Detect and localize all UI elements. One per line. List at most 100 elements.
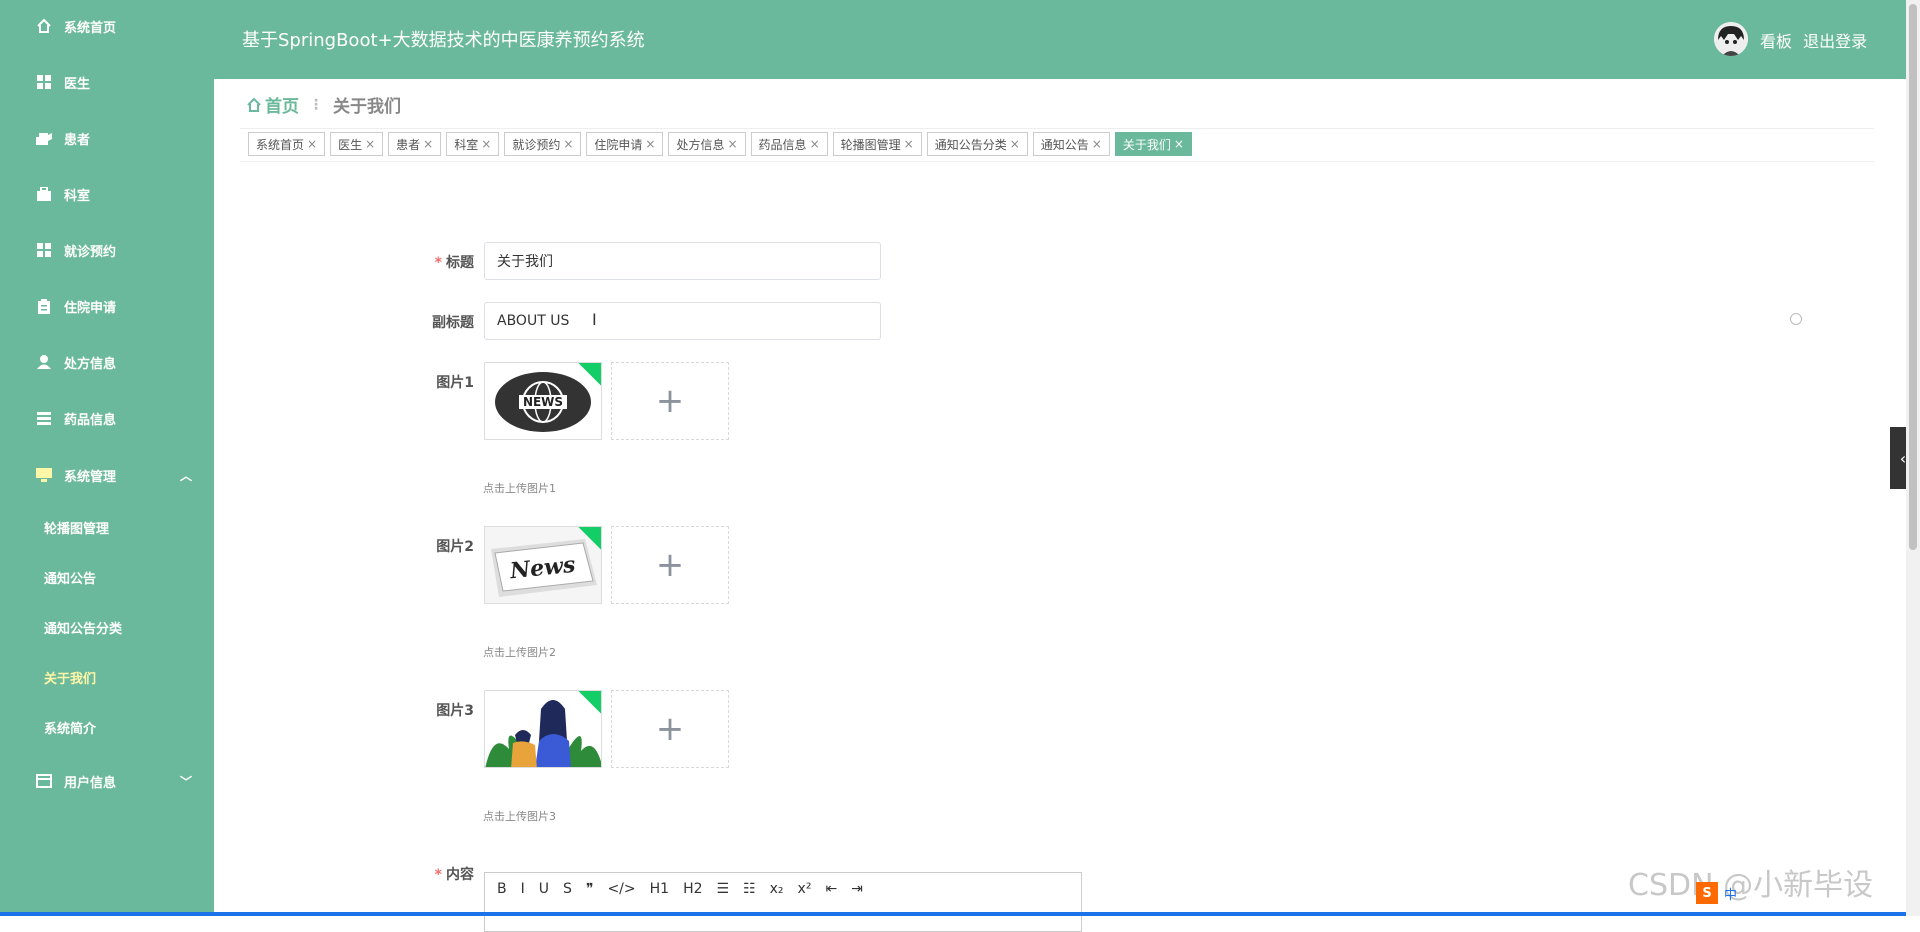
editor-tool-button[interactable]: ☷ [743,881,756,897]
plus-icon: + [655,381,685,421]
sidebar-item-prescription[interactable]: 处方信息 [0,342,214,382]
tab-tag[interactable]: 患者 × [388,132,442,156]
plus-icon: + [655,545,685,585]
sidebar-item-doctor[interactable]: 医生 [0,62,214,102]
close-icon[interactable]: × [810,137,820,151]
tab-tag[interactable]: 医生 × [330,132,384,156]
close-icon[interactable]: × [1174,137,1184,151]
close-icon[interactable]: × [365,137,375,151]
dashboard-link[interactable]: 看板 [1760,32,1792,51]
tab-tag[interactable]: 通知公告分类 × [926,132,1028,156]
close-icon[interactable]: × [423,137,433,151]
submenu-item-carousel[interactable]: 轮播图管理 [44,513,109,541]
sidebar-item-home[interactable]: 系统首页 [0,6,214,46]
breadcrumb-separator: ⋮ [309,96,323,113]
editor-tool-button[interactable]: x² [798,881,812,897]
tab-tag[interactable]: 系统首页 × [248,132,326,156]
scrollbar[interactable] [1906,0,1920,916]
image1-upload-button[interactable]: + [611,362,729,440]
editor-tool-button[interactable]: I [521,881,525,897]
close-icon[interactable]: × [727,137,737,151]
image2-hint: 点击上传图片2 [483,646,556,659]
image1-hint: 点击上传图片1 [483,482,556,495]
image2-thumbnail[interactable]: News [484,526,602,604]
breadcrumb-current: 关于我们 [333,97,401,117]
editor-tool-button[interactable]: U [539,881,549,897]
tab-tag[interactable]: 通知公告 × [1032,132,1110,156]
settings-dot-icon[interactable] [1790,313,1802,325]
app-title: 基于SpringBoot+大数据技术的中医康养预约系统 [242,30,645,51]
clipboard-icon [34,298,54,314]
image2-upload-button[interactable]: + [611,526,729,604]
user-icon [34,355,54,369]
image3-hint: 点击上传图片3 [483,810,556,823]
editor-tool-button[interactable]: H1 [650,881,669,897]
subtitle-input[interactable] [484,302,881,340]
sidebar-item-user-info[interactable]: 用户信息 ﹀ [0,761,214,801]
sogou-ime-icon[interactable]: S [1696,882,1718,904]
editor-tool-button[interactable]: ⇥ [851,881,863,897]
tab-tag[interactable]: 处方信息 × [668,132,746,156]
sidebar-item-label: 药品信息 [64,412,117,428]
tab-tag[interactable]: 住院申请 × [586,132,664,156]
submenu-item-notice-category[interactable]: 通知公告分类 [44,613,122,641]
editor-tool-button[interactable]: H2 [683,881,702,897]
ime-toolbar: S 中 [1696,882,1737,904]
image3-upload-button[interactable]: + [611,690,729,768]
image1-thumbnail[interactable]: NEWS [484,362,602,440]
tab-tag-label: 轮播图管理 [840,137,901,152]
subtitle-label: 副标题 [432,315,474,331]
sidebar-item-system-management[interactable]: 系统管理 ︿ [0,455,214,495]
breadcrumb-home-label: 首页 [265,97,299,117]
watermark: CSDN @小新毕设 [1628,868,1874,903]
submenu-item-notice[interactable]: 通知公告 [44,563,96,591]
tab-tag-label: 处方信息 [676,137,725,152]
sidebar-item-hospitalization[interactable]: 住院申请 [0,286,214,326]
scrollbar-thumb[interactable] [1909,4,1917,550]
tab-tag[interactable]: 就诊预约 × [504,132,582,156]
close-icon[interactable]: × [1010,137,1020,151]
editor-toolbar: B I U S ❞ </> H1 H2 ☰ ☷ x₂ x² ⇤ ⇥ [497,881,877,897]
rich-text-editor[interactable]: B I U S ❞ </> H1 H2 ☰ ☷ x₂ x² ⇤ ⇥ [484,872,1082,932]
close-icon[interactable]: × [1092,137,1102,151]
close-icon[interactable]: × [645,137,655,151]
image3-thumbnail[interactable] [484,690,602,768]
close-icon[interactable]: × [904,137,914,151]
editor-tool-button[interactable]: x₂ [770,881,784,897]
avatar[interactable] [1714,22,1748,56]
editor-tool-button[interactable]: ❞ [586,881,594,897]
tab-tag-label: 通知公告 [1040,137,1089,152]
tab-tag[interactable]: 关于我们 × [1114,132,1192,156]
close-icon[interactable]: × [563,137,573,151]
logout-link[interactable]: 退出登录 [1803,32,1867,51]
tab-tag[interactable]: 药品信息 × [750,132,828,156]
editor-tool-button[interactable]: B [497,881,507,897]
submenu-item-system-intro[interactable]: 系统简介 [44,713,96,741]
sidebar-item-medicine[interactable]: 药品信息 [0,398,214,438]
tab-tag[interactable]: 科室 × [446,132,500,156]
sidebar-item-label: 科室 [64,188,91,204]
card-icon [34,774,54,788]
home-icon [34,18,54,34]
tab-tag-label: 医生 [338,137,363,152]
tab-tag[interactable]: 轮播图管理 × [832,132,922,156]
list-icon [34,411,54,425]
close-icon[interactable]: × [481,137,491,151]
grid-icon [34,243,54,257]
sidebar-item-department[interactable]: 科室 [0,174,214,214]
sidebar-item-label: 患者 [64,132,91,148]
ime-mode-label[interactable]: 中 [1724,884,1737,903]
editor-tool-button[interactable]: ☰ [717,881,730,897]
sidebar-item-appointment[interactable]: 就诊预约 [0,230,214,270]
editor-tool-button[interactable]: S [563,881,572,897]
editor-tool-button[interactable]: </> [607,881,635,897]
title-input[interactable] [484,242,881,280]
submenu-item-about-us[interactable]: 关于我们 [44,663,96,691]
breadcrumb-home[interactable]: 首页 [246,92,299,117]
sidebar-item-patient[interactable]: 患者 [0,118,214,158]
sidebar-item-label: 系统首页 [64,20,117,36]
editor-tool-button[interactable]: ⇤ [825,881,837,897]
sidebar-item-label: 处方信息 [64,356,117,372]
close-icon[interactable]: × [307,137,317,151]
tags-list: 系统首页 × 医生 × 患者 × 科室 × 就诊预约 × 住院申请 × 处方信息 × 药品信息 × 轮播图管理 ×… [248,132,1197,156]
